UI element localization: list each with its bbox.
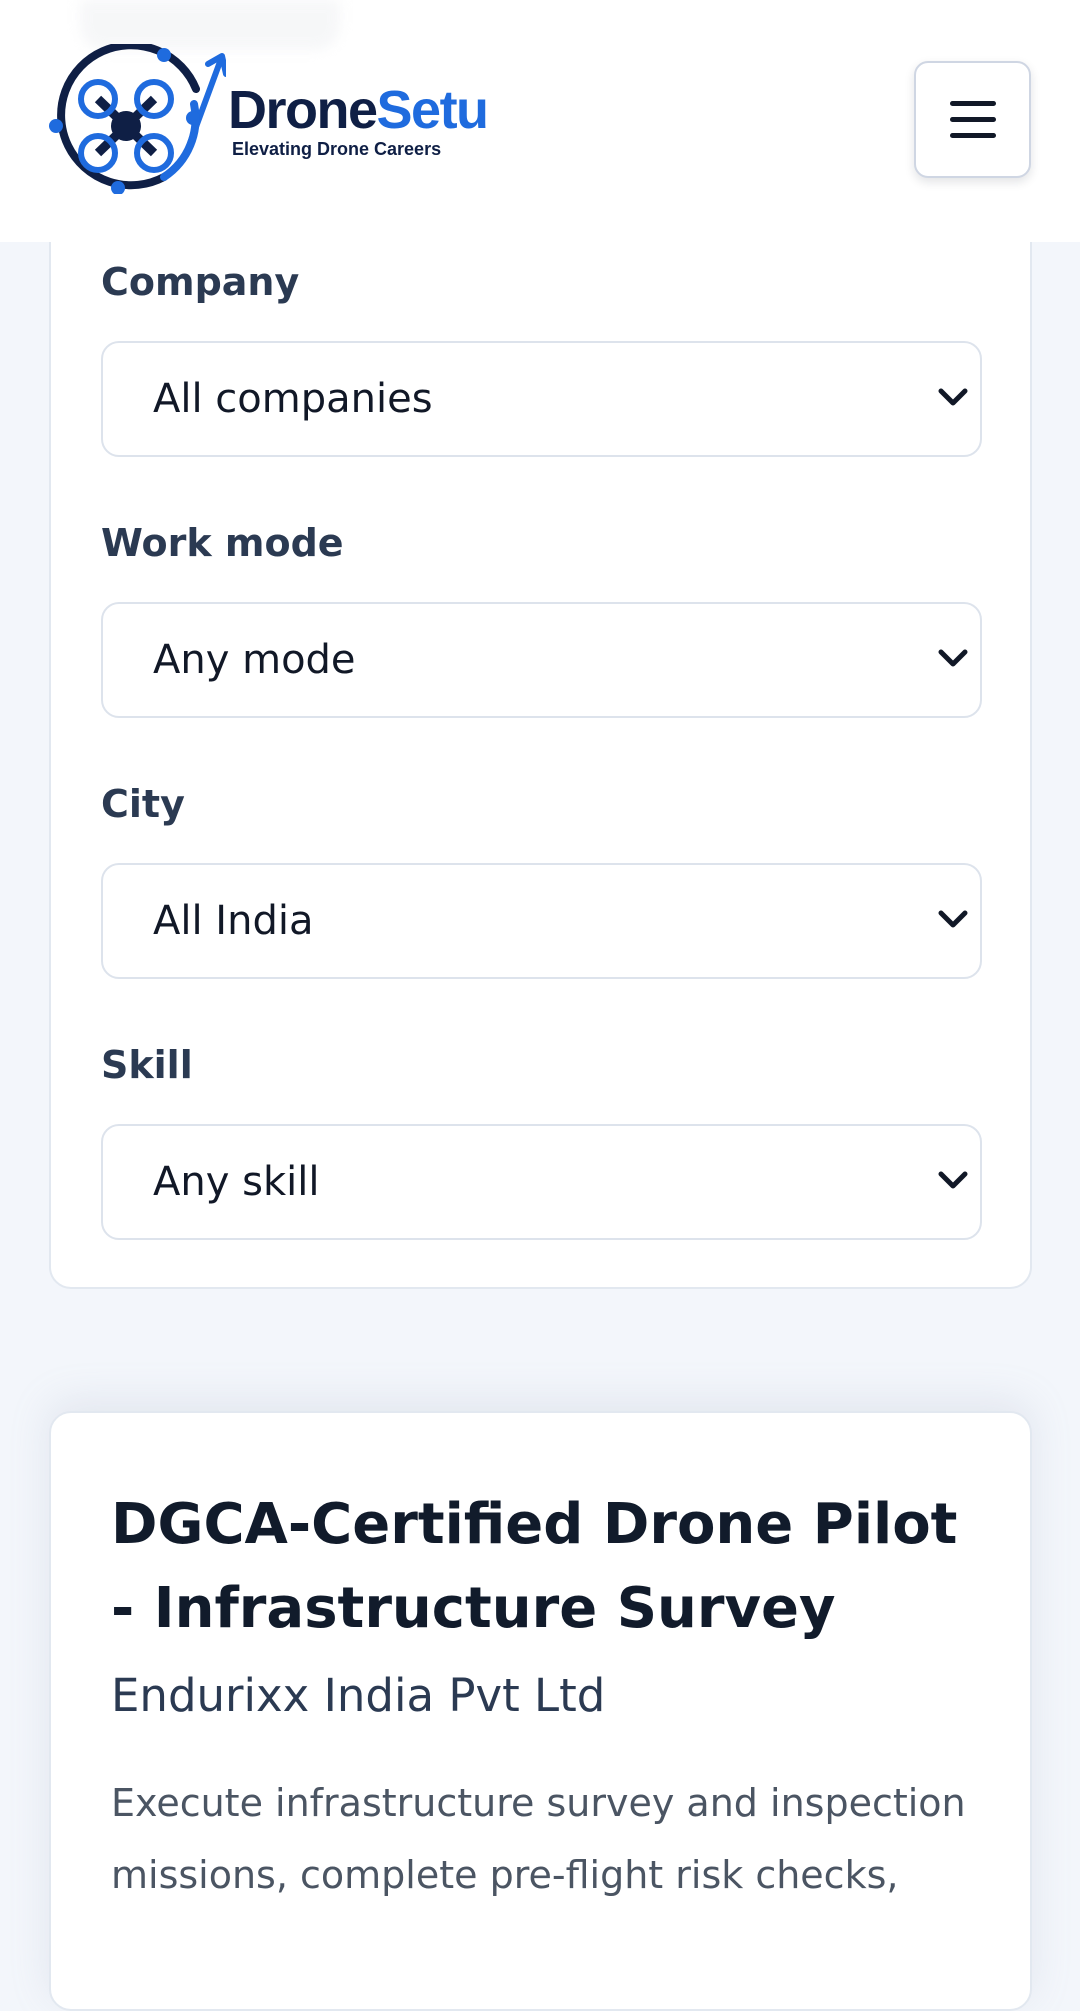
brand-name: DroneSetu [228,79,489,140]
site-header: DroneSetu Elevating Drone Careers [0,0,1080,242]
site-logo[interactable]: DroneSetu Elevating Drone Careers [46,44,489,194]
work-mode-select[interactable]: Any mode [101,602,982,718]
work-mode-filter-label: Work mode [101,521,344,565]
job-title[interactable]: DGCA-Certified Drone Pilot - Infrastruct… [111,1483,991,1651]
job-listing-card[interactable]: DGCA-Certified Drone Pilot - Infrastruct… [49,1411,1032,2011]
header-shade [80,0,340,50]
city-filter-label: City [101,782,185,826]
skill-select[interactable]: Any skill [101,1124,982,1240]
hamburger-icon [949,101,996,106]
job-description: Execute infrastructure survey and inspec… [111,1781,966,1897]
skill-filter-label: Skill [101,1043,193,1087]
hamburger-menu-button[interactable] [914,61,1031,178]
job-filters-panel: Company All companies Work mode Any mode… [49,180,1032,1289]
brand-tagline: Elevating Drone Careers [232,138,442,159]
city-select[interactable]: All India [101,863,982,979]
company-select[interactable]: All companies [101,341,982,457]
drone-logo-icon [49,44,226,194]
company-filter-label: Company [101,260,300,304]
chevron-down-icon [938,1171,968,1189]
chevron-down-icon [938,388,968,406]
chevron-down-icon [938,649,968,667]
job-company: Endurixx India Pvt Ltd [111,1669,606,1722]
chevron-down-icon [938,910,968,928]
